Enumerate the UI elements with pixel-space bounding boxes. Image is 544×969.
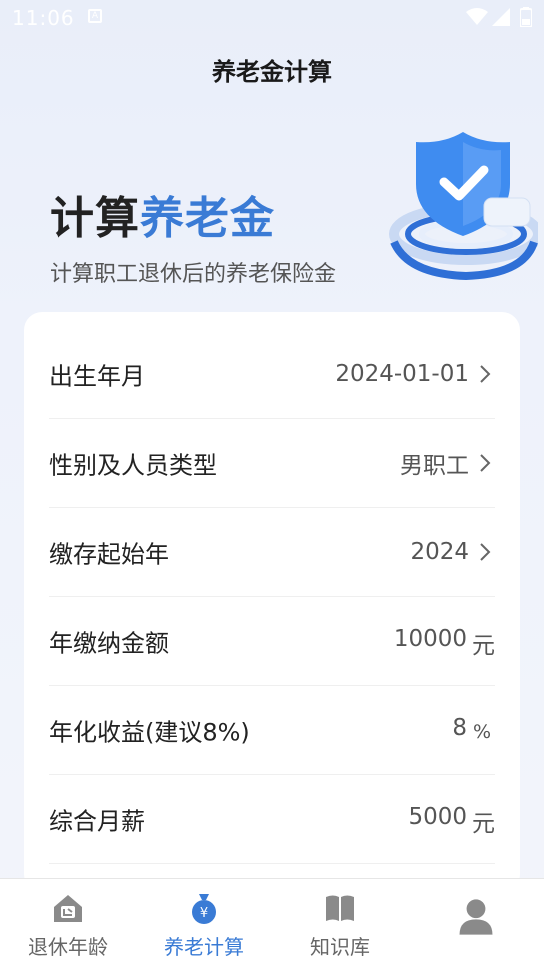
annual-payment-unit: 元	[472, 633, 495, 659]
monthly-salary-unit: 元	[472, 811, 495, 837]
battery-icon	[520, 7, 532, 27]
start-year-label: 缴存起始年	[49, 540, 169, 569]
page-title: 养老金计算	[212, 58, 332, 86]
house-icon	[54, 895, 82, 922]
annual-yield-label: 年化收益(建议8%)	[49, 718, 250, 747]
tab-profile[interactable]	[408, 879, 544, 969]
pension-form-card: 出生年月 2024-01-01 性别及人员类型 男职工 缴存起始年 2024 年…	[24, 312, 520, 892]
gender-type-label: 性别及人员类型	[49, 451, 217, 480]
form-row-monthly-salary: 综合月薪 5000 元	[49, 775, 495, 864]
start-year-value: 2024	[410, 539, 469, 565]
chevron-right-icon	[480, 454, 491, 472]
annual-yield-unit: %	[472, 721, 491, 743]
chevron-right-icon	[480, 365, 491, 383]
hero-title: 计算养老金	[50, 182, 275, 246]
bottom-tab-bar: 退休年龄 ¥ 养老计算 知识库	[0, 878, 544, 969]
form-row-birth-date[interactable]: 出生年月 2024-01-01	[49, 330, 495, 419]
tab-retirement-age[interactable]: 退休年龄	[0, 879, 136, 969]
chevron-right-icon	[480, 543, 491, 561]
signal-icon	[492, 8, 510, 26]
user-icon	[459, 899, 493, 935]
monthly-salary-label: 综合月薪	[49, 807, 145, 836]
monthly-salary-input[interactable]: 5000	[408, 804, 467, 830]
form-row-annual-payment: 年缴纳金额 10000 元	[49, 597, 495, 686]
tab-pension-calc[interactable]: ¥ 养老计算	[136, 879, 272, 969]
form-row-annual-yield: 年化收益(建议8%) 8 %	[49, 686, 495, 775]
annual-payment-label: 年缴纳金额	[49, 629, 169, 658]
status-bar: 11:06 A	[0, 0, 544, 36]
birth-date-value: 2024-01-01	[335, 361, 469, 387]
tab-label: 养老计算	[164, 935, 244, 959]
annual-yield-input[interactable]: 8	[452, 715, 467, 741]
svg-text:¥: ¥	[200, 906, 208, 921]
birth-date-label: 出生年月	[49, 362, 145, 391]
wifi-icon	[466, 8, 488, 25]
form-row-start-year[interactable]: 缴存起始年 2024	[49, 508, 495, 597]
notification-a-icon: A	[88, 9, 102, 23]
hero-title-part2: 养老金	[140, 193, 275, 244]
hero-title-part1: 计算	[50, 193, 140, 244]
book-icon	[326, 895, 354, 921]
money-bag-icon: ¥	[192, 894, 216, 924]
form-row-gender-type[interactable]: 性别及人员类型 男职工	[49, 419, 495, 508]
tab-label: 退休年龄	[28, 935, 108, 959]
annual-payment-input[interactable]: 10000	[394, 626, 467, 652]
tab-label: 知识库	[310, 935, 370, 959]
gender-type-value: 男职工	[400, 453, 469, 479]
shield-check-illustration	[389, 132, 538, 281]
tab-knowledge-base[interactable]: 知识库	[272, 879, 408, 969]
status-time: 11:06	[12, 6, 75, 30]
hero-subtitle: 计算职工退休后的养老保险金	[50, 262, 337, 287]
